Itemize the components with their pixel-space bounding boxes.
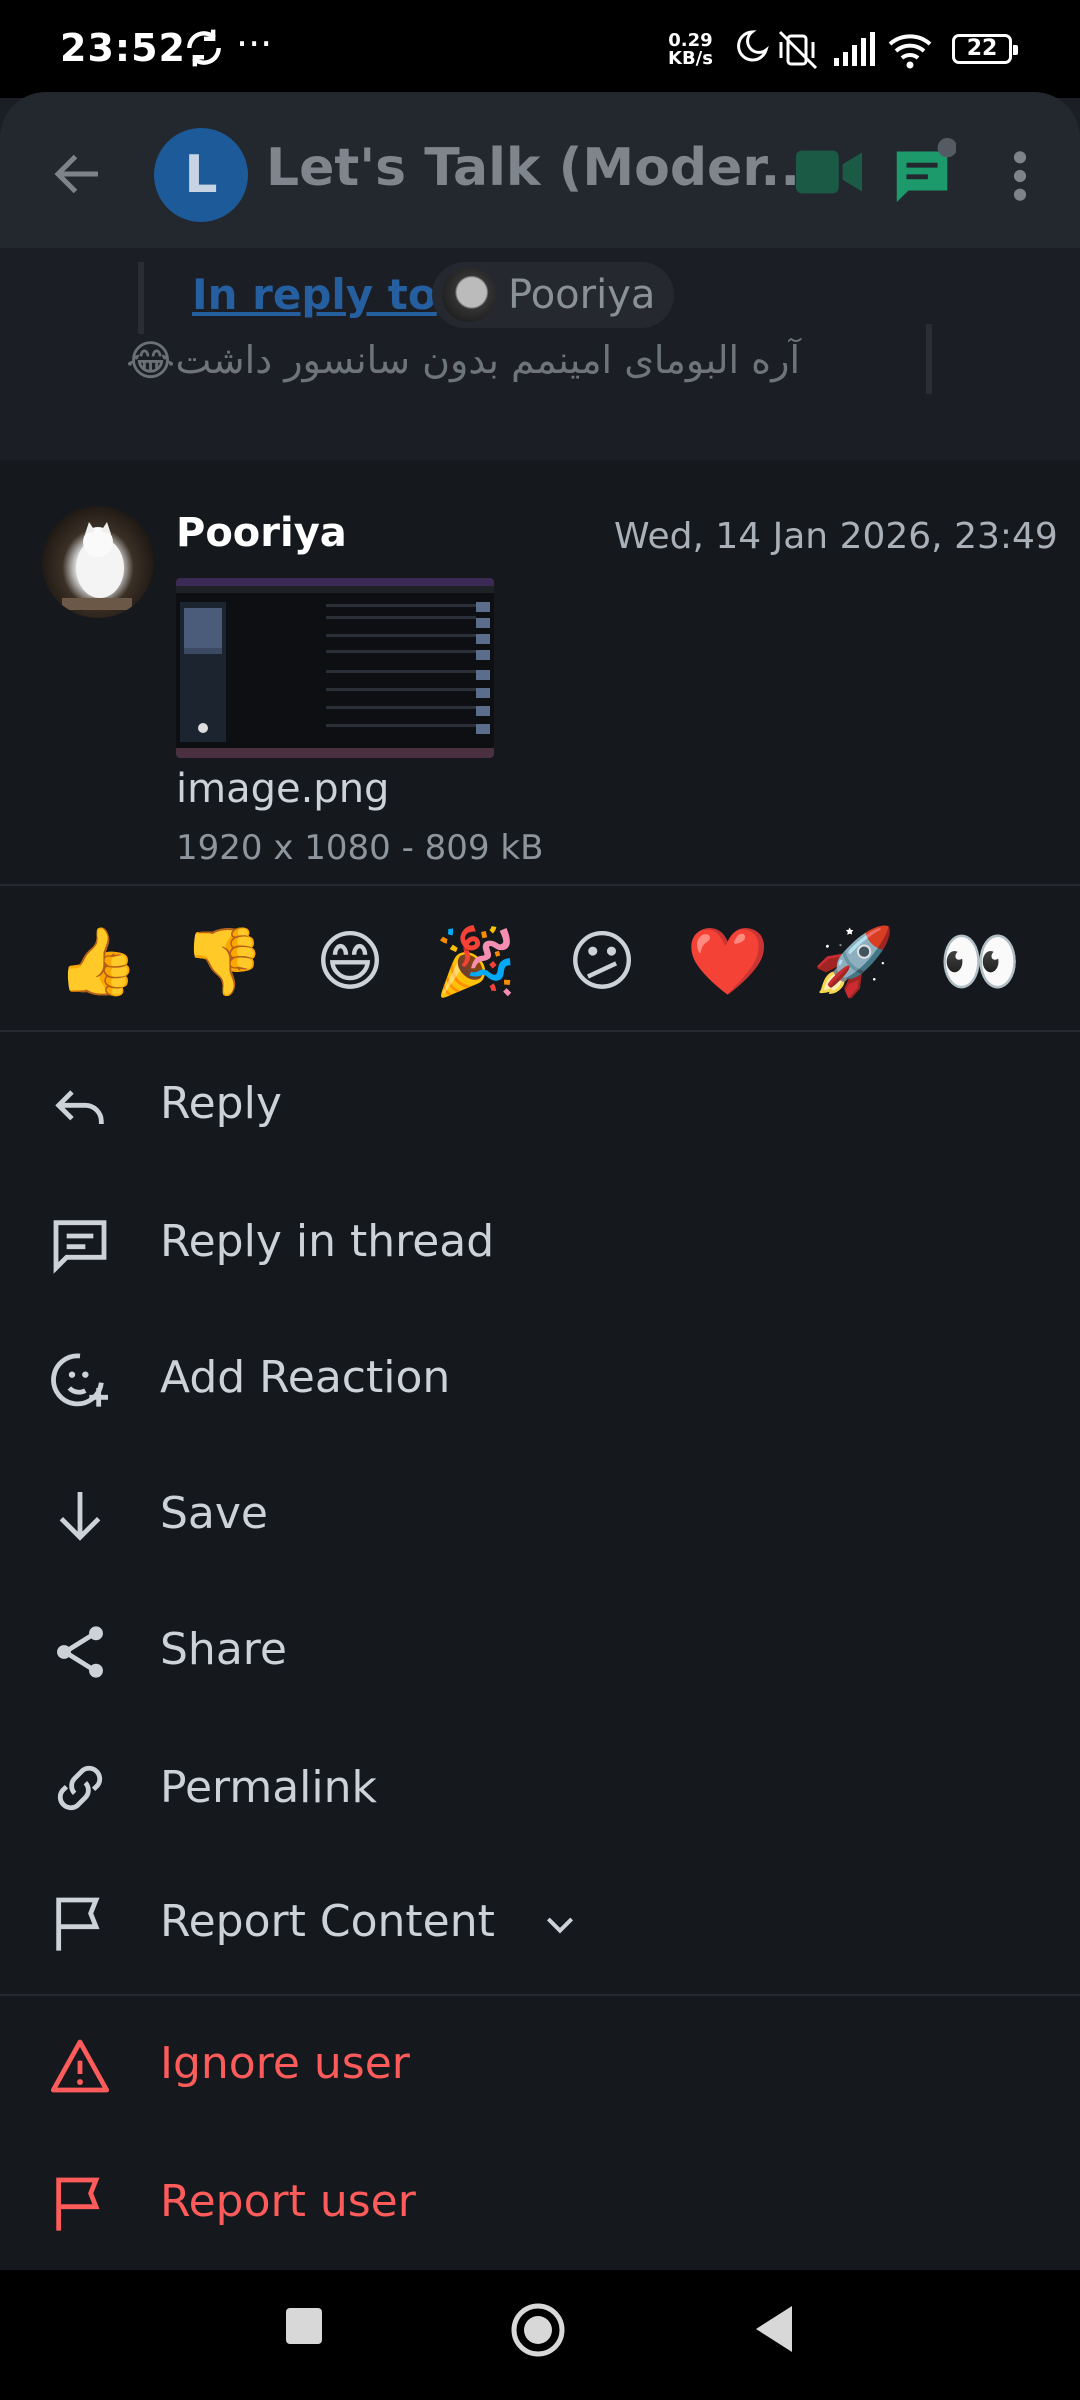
attachment-file-name[interactable]: image.png — [176, 766, 389, 812]
screenshot-preview — [176, 578, 494, 758]
quote-bar-right — [926, 324, 932, 394]
image-thumbnail[interactable] — [176, 578, 494, 758]
divider — [0, 884, 1080, 886]
back-arrow-icon[interactable] — [48, 144, 108, 204]
status-time: 23:52 — [60, 26, 186, 70]
menu-report-user[interactable]: Report user — [0, 2134, 1080, 2270]
menu-reply-label: Reply — [160, 1078, 282, 1129]
moon-icon — [737, 30, 769, 62]
video-call-icon[interactable] — [794, 144, 864, 200]
reaction-confused[interactable]: 😕 — [558, 918, 646, 1006]
sender-name[interactable]: Pooriya — [176, 510, 347, 556]
quick-reactions-row — [0, 896, 1080, 1032]
menu-report-content-label: Report Content — [160, 1896, 495, 1947]
menu-share[interactable]: Share — [0, 1584, 1080, 1720]
menu-reply-in-thread-label: Reply in thread — [160, 1216, 495, 1267]
quote-bar — [138, 262, 144, 334]
reaction-heart[interactable]: ❤️ — [684, 918, 772, 1006]
room-avatar[interactable]: L — [154, 128, 248, 222]
wifi-icon — [888, 34, 932, 69]
reaction-thumbs-down[interactable]: 👎 — [180, 918, 268, 1006]
home-circle-icon[interactable] — [510, 2302, 566, 2358]
status-icons — [737, 30, 932, 70]
battery-icon: 22 — [952, 34, 1018, 64]
reply-user-avatar — [442, 268, 496, 322]
add-reaction-icon — [51, 1353, 108, 1407]
message-timestamp: Wed, 14 Jan 2026, 23:49 — [614, 516, 1058, 557]
menu-report-user-label: Report user — [160, 2176, 416, 2227]
menu-add-reaction-label: Add Reaction — [160, 1352, 451, 1403]
warning-icon — [50, 2039, 110, 2093]
back-triangle-icon[interactable] — [752, 2304, 796, 2354]
recents-square-icon[interactable] — [284, 2306, 324, 2346]
menu-report-content[interactable]: Report Content — [0, 1856, 1080, 1992]
sender-avatar[interactable] — [42, 506, 154, 618]
menu-save-label: Save — [160, 1488, 269, 1539]
status-more-dots: ··· — [236, 22, 273, 66]
reaction-eyes[interactable]: 👀 — [936, 918, 1024, 1006]
download-arrow-icon — [59, 1492, 101, 1541]
in-reply-to-link[interactable]: In reply to — [192, 270, 437, 319]
menu-reply-in-thread[interactable]: Reply in thread — [0, 1176, 1080, 1312]
menu-share-label: Share — [160, 1624, 287, 1675]
reaction-party[interactable]: 🎉 — [432, 918, 520, 1006]
more-options-icon[interactable] — [1008, 148, 1032, 204]
sync-icon — [187, 29, 221, 67]
background-message-text: آره البومای امینمم بدون سانسور داشت — [175, 338, 800, 382]
link-icon — [57, 1765, 103, 1811]
flag-icon — [56, 2177, 100, 2231]
background-message-emoji: 😂 — [126, 336, 176, 385]
vibrate-off-icon — [778, 30, 818, 70]
menu-reply[interactable]: Reply — [0, 1040, 1080, 1176]
network-speed: 0.29 KB/s — [668, 32, 713, 68]
reply-arrow-icon — [55, 1090, 104, 1124]
menu-permalink[interactable]: Permalink — [0, 1720, 1080, 1856]
thread-icon — [53, 1220, 107, 1274]
menu-add-reaction[interactable]: Add Reaction — [0, 1312, 1080, 1448]
menu-ignore-user-label: Ignore user — [160, 2038, 410, 2089]
share-icon — [57, 1626, 103, 1678]
cat-photo — [62, 522, 132, 610]
chevron-down-icon — [546, 1917, 574, 1934]
attachment-file-meta: 1920 x 1080 - 809 kB — [176, 828, 544, 868]
reply-user-name: Pooriya — [508, 272, 656, 318]
threads-icon[interactable] — [892, 136, 956, 206]
divider — [0, 1994, 1080, 1996]
menu-permalink-label: Permalink — [160, 1762, 377, 1813]
divider — [0, 1030, 1080, 1032]
signal-icon — [834, 32, 875, 66]
menu-ignore-user[interactable]: Ignore user — [0, 1998, 1080, 2134]
reaction-grinning[interactable]: 😄 — [306, 918, 394, 1006]
network-speed-unit: KB/s — [668, 48, 713, 69]
menu-save[interactable]: Save — [0, 1448, 1080, 1584]
flag-icon — [56, 1897, 100, 1951]
room-title[interactable]: Let's Talk (Moder... — [266, 138, 820, 198]
reaction-rocket[interactable]: 🚀 — [810, 918, 898, 1006]
reaction-thumbs-up[interactable]: 👍 — [54, 918, 142, 1006]
